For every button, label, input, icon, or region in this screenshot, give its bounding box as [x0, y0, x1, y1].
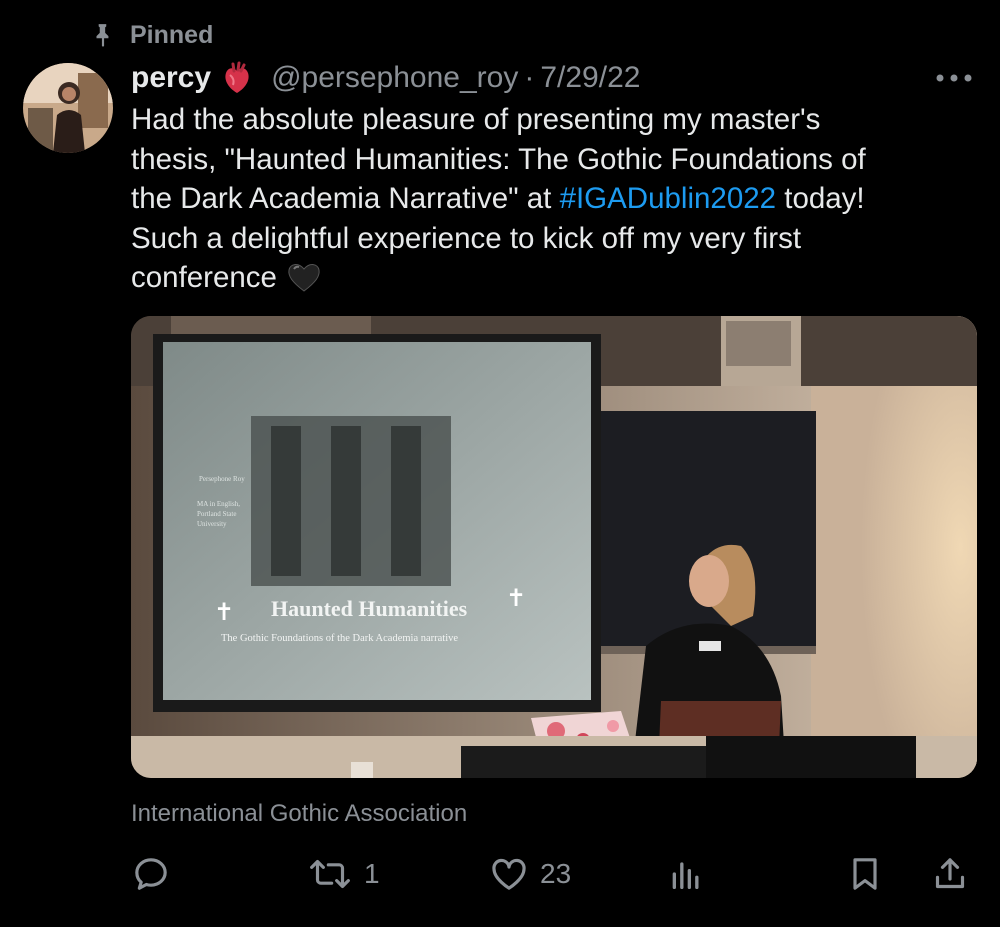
slide-credential: Portland State	[197, 510, 236, 518]
analytics-icon	[672, 862, 699, 889]
tweet-line: conference	[131, 258, 981, 298]
pin-icon	[96, 24, 109, 47]
slide-credential: MA in English,	[197, 500, 240, 508]
tweet-line-text: conference	[131, 261, 277, 294]
slide-subtitle: The Gothic Foundations of the Dark Acade…	[221, 633, 458, 644]
timestamp[interactable]: 7/29/22	[540, 61, 640, 95]
like-count: 23	[540, 858, 572, 889]
heart-icon	[492, 858, 526, 890]
display-name[interactable]: percy	[131, 61, 211, 95]
tweet-line: thesis, "Haunted Humanities: The Gothic …	[131, 142, 866, 176]
tweet-line: Such a delightful experience to kick off…	[131, 221, 802, 255]
reply-button[interactable]	[131, 852, 171, 896]
pinned-indicator: Pinned	[90, 18, 213, 52]
slide-credential: University	[197, 520, 227, 528]
svg-text:✝: ✝	[506, 585, 526, 612]
pinned-label: Pinned	[130, 20, 214, 49]
bookmark-icon	[853, 858, 877, 890]
retweet-count: 1	[364, 858, 380, 889]
retweet-button[interactable]: 1	[306, 852, 380, 896]
tweet-text: Had the absolute pleasure of presenting …	[131, 100, 981, 298]
tweet-line-text: today!	[776, 182, 865, 215]
share-button[interactable]	[930, 852, 970, 896]
location-label[interactable]: International Gothic Association	[131, 800, 467, 828]
tweet-line: the Dark Academia Narrative" at #IGADubl…	[131, 179, 981, 219]
more-options-icon[interactable]	[934, 68, 974, 88]
svg-text:✝: ✝	[214, 599, 234, 626]
black-heart-icon	[288, 264, 320, 292]
views-button[interactable]	[666, 852, 706, 896]
handle[interactable]: @persephone_roy	[271, 61, 518, 95]
retweet-icon	[310, 859, 350, 889]
tweet-header: percy @persephone_roy · 7/29/22	[131, 58, 640, 98]
tweet-line-text: the Dark Academia Narrative" at	[131, 182, 560, 215]
tweet-photo[interactable]: Persephone Roy MA in English, Portland S…	[131, 316, 977, 778]
reply-icon	[135, 858, 167, 890]
separator: ·	[524, 61, 535, 94]
anatomical-heart-icon	[225, 61, 249, 93]
share-icon	[935, 858, 965, 889]
tweet-line: Had the absolute pleasure of presenting …	[131, 103, 821, 136]
bookmark-button[interactable]	[845, 852, 885, 896]
slide-author: Persephone Roy	[199, 475, 245, 483]
slide-title: Haunted Humanities	[271, 596, 468, 621]
hashtag-link[interactable]: #IGADublin2022	[560, 182, 776, 215]
like-button[interactable]: 23	[488, 852, 571, 896]
avatar[interactable]	[23, 63, 113, 153]
